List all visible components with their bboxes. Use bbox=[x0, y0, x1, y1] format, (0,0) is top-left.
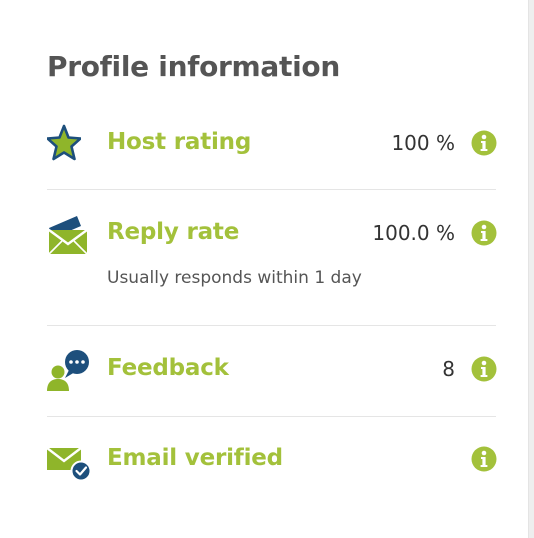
chat-user-icon bbox=[47, 350, 93, 392]
reply-rate-subtext: Usually responds within 1 day bbox=[107, 268, 362, 288]
info-icon[interactable] bbox=[471, 220, 497, 246]
info-icon[interactable] bbox=[471, 446, 497, 472]
reply-rate-value: 100.0 % bbox=[372, 221, 455, 245]
host-rating-value: 100 % bbox=[391, 131, 455, 155]
star-icon bbox=[46, 124, 82, 162]
divider bbox=[47, 416, 496, 417]
info-icon[interactable] bbox=[471, 130, 497, 156]
reply-rate-label: Reply rate bbox=[107, 219, 240, 245]
host-rating-row: Host rating 100 % bbox=[46, 124, 497, 164]
divider bbox=[47, 189, 496, 190]
feedback-value: 8 bbox=[442, 357, 455, 381]
envelope-icon bbox=[47, 214, 91, 256]
profile-card: Profile information Host rating 100 % Re… bbox=[0, 0, 529, 538]
profile-title: Profile information bbox=[47, 50, 340, 83]
feedback-row: Feedback 8 bbox=[47, 350, 497, 392]
reply-rate-row: Reply rate 100.0 % Usually responds with… bbox=[47, 214, 497, 294]
email-verified-label: Email verified bbox=[107, 445, 283, 471]
email-verified-row: Email verified bbox=[46, 442, 497, 482]
info-icon[interactable] bbox=[471, 356, 497, 382]
host-rating-label: Host rating bbox=[107, 129, 252, 155]
verified-envelope-icon bbox=[46, 444, 92, 482]
divider bbox=[47, 325, 496, 326]
feedback-label: Feedback bbox=[107, 355, 229, 381]
